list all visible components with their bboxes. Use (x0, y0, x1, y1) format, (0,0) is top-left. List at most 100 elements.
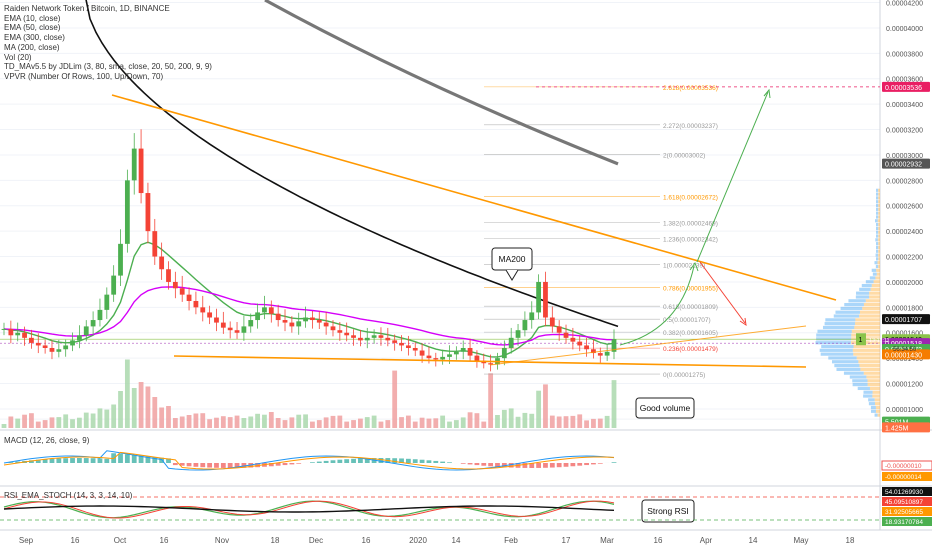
chart-title[interactable]: Raiden Network Token / Bitcoin, 1D, BINA… (4, 4, 212, 14)
macd-histogram-bar (488, 463, 493, 466)
fib-label: 0.5(0.00001707) (663, 317, 711, 324)
chart-canvas[interactable]: 0(0.00001275) 0.236(0.00001479) 0.382(0.00… (0, 0, 932, 550)
chart-root[interactable]: 0(0.00001275) 0.236(0.00001479) 0.382(0.00… (0, 0, 932, 550)
good-volume-callout-text: Good volume (640, 403, 691, 413)
vpvr-down (852, 330, 880, 333)
volume-bar (365, 417, 370, 428)
fib-label: 1.236(0.00002342) (663, 237, 718, 244)
candle-body (406, 345, 411, 348)
volume-bar (221, 416, 226, 428)
rsi-badge: 18.93170784 (885, 519, 923, 526)
candle-body (351, 335, 356, 338)
projection-down-arrowhead (740, 318, 746, 325)
projection-up (697, 92, 768, 262)
legend-vol[interactable]: Vol (20) (4, 53, 212, 63)
candle-body (331, 326, 336, 330)
candle-body (118, 244, 123, 276)
candle-body (283, 320, 288, 323)
candle-body (214, 318, 219, 323)
vpvr-down (878, 246, 880, 249)
macd-histogram-bar (289, 463, 294, 464)
volume-bar (433, 418, 438, 428)
legend-tdma[interactable]: TD_MAv5.5 by JDLim (3, 80, sma, close, 2… (4, 62, 212, 72)
candle-body (385, 338, 390, 341)
legend-ema300[interactable]: EMA (300, close) (4, 33, 212, 43)
vpvr-down (862, 307, 880, 310)
trend-lines (112, 90, 836, 367)
candle-body (91, 320, 96, 326)
macd-histogram-bar (70, 458, 75, 463)
macd-histogram-bar (56, 458, 61, 463)
volume-bar (481, 422, 486, 428)
volume-bar (358, 419, 363, 428)
volume-bar (228, 417, 233, 428)
vpvr-up (876, 212, 878, 215)
volume-bar (372, 416, 377, 428)
candle-body (475, 356, 480, 361)
volume-bar (420, 418, 425, 428)
macd-histogram-bar (413, 459, 418, 463)
legend-ema50[interactable]: EMA (50, close) (4, 23, 212, 33)
time-axis: Sep 16 Oct 16 Nov 18 Dec 16 2020 14 Feb 17 Mar 16 Apr 1… (19, 536, 855, 545)
macd-histogram-bar (612, 462, 617, 463)
fib-label: 0.236(0.00001479) (663, 346, 718, 353)
macd-histogram-bar (577, 463, 582, 466)
vpvr-up (876, 189, 878, 192)
candle-body (317, 320, 322, 323)
vpvr-down (878, 193, 880, 196)
vpvr-up (816, 337, 851, 340)
time-label: Apr (700, 536, 713, 545)
vpvr-down (866, 375, 880, 378)
price-badge: 0.00001707 (885, 317, 922, 324)
candle-body (392, 340, 397, 343)
candle-body (152, 231, 157, 256)
macd-histogram-bar (591, 463, 596, 464)
candle-body (104, 295, 109, 310)
volume-bar (104, 410, 109, 428)
candle-body (427, 356, 432, 359)
candle-body (248, 320, 253, 326)
vpvr-up (875, 413, 878, 416)
macd-histogram-bar (344, 459, 349, 463)
volume-bar (516, 417, 521, 428)
vpvr-down (871, 288, 880, 291)
time-label: 2020 (409, 536, 427, 545)
candle-body (200, 307, 205, 312)
time-label: 14 (749, 536, 758, 545)
vpvr-down (855, 322, 880, 325)
fib-label: 2.618(0.00003536) (663, 85, 718, 92)
volume-bar (200, 413, 205, 428)
candle-body (529, 312, 534, 320)
volume-bar (152, 397, 157, 428)
volume-bar (385, 420, 390, 428)
vpvr-up (858, 387, 870, 390)
volume-bar (235, 416, 240, 428)
price-tick-label: 0.00001000 (886, 407, 923, 414)
vpvr-down (878, 204, 880, 207)
legend-ma200[interactable]: MA (200, close) (4, 43, 212, 53)
candle-body (84, 326, 89, 335)
time-label: 18 (271, 536, 280, 545)
vpvr-up (834, 364, 859, 367)
vpvr-down (857, 356, 880, 359)
legend-vpvr[interactable]: VPVR (Number Of Rows, 100, Up/Down, 70) (4, 72, 212, 82)
candle-body (221, 323, 226, 328)
time-label: 18 (846, 536, 855, 545)
volume-bar (84, 413, 89, 428)
volume-bar (248, 417, 253, 429)
vpvr-down (853, 353, 880, 356)
vpvr-down (878, 413, 880, 416)
volume-bar (118, 391, 123, 428)
time-label: Sep (19, 536, 34, 545)
candle-body (536, 282, 541, 312)
macd-histogram-bar (461, 463, 466, 464)
vpvr-down (854, 326, 880, 329)
time-label: 16 (160, 536, 169, 545)
ema50-line (4, 287, 614, 345)
legend-ema10[interactable]: EMA (10, close) (4, 14, 212, 24)
vpvr-up (875, 238, 878, 241)
macd-histogram-bar (440, 462, 445, 463)
volume-bar (77, 418, 82, 428)
vpvr-up (863, 394, 872, 397)
candle-body (50, 348, 55, 352)
